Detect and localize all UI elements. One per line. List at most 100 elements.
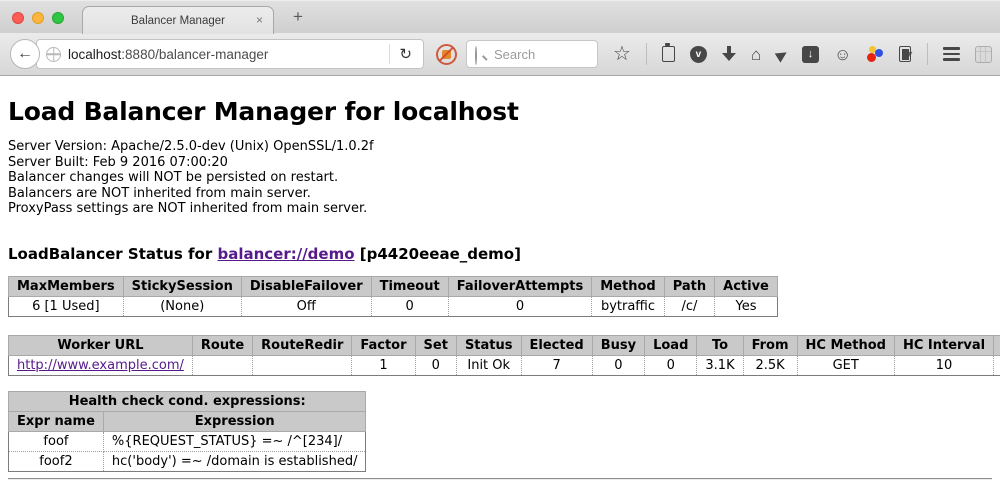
table-cell: 2.5K xyxy=(743,355,797,375)
window-controls xyxy=(12,12,64,24)
health-check-expressions-table: Health check cond. expressions:Expr name… xyxy=(8,391,366,472)
table-cell: GET xyxy=(797,355,894,375)
status-heading: LoadBalancer Status for balancer://demo … xyxy=(8,245,992,263)
column-header: HC Interval xyxy=(894,335,993,355)
page-title: Load Balancer Manager for localhost xyxy=(8,97,992,126)
column-header: Load xyxy=(645,335,697,355)
column-header: RouteRedir xyxy=(253,335,352,355)
table-cell: %{REQUEST_STATUS} =~ /^[234]/ xyxy=(103,431,366,451)
table-cell: foof2 xyxy=(9,451,104,471)
divider xyxy=(646,43,647,65)
table-cell: 0 xyxy=(371,296,448,316)
downloads-icon[interactable] xyxy=(722,46,736,62)
table-row: http://www.example.com/10Init Ok7003.1K2… xyxy=(9,355,1000,375)
column-header: Active xyxy=(715,276,778,296)
tab-balancer-manager[interactable]: Balancer Manager × xyxy=(82,6,274,34)
minimize-window-button[interactable] xyxy=(32,12,44,24)
column-header: Busy xyxy=(592,335,644,355)
column-header: StickySession xyxy=(123,276,241,296)
column-header: FailoverAttempts xyxy=(448,276,592,296)
divider xyxy=(389,44,390,64)
menu-icon[interactable] xyxy=(943,47,960,61)
server-built-line: Server Built: Feb 9 2016 07:00:20 xyxy=(8,155,992,171)
table-cell: 6 [1 Used] xyxy=(9,296,124,316)
search-icon xyxy=(475,47,489,61)
clipboard-icon[interactable] xyxy=(662,46,675,62)
bookmark-star-icon[interactable]: ☆ xyxy=(613,44,631,64)
column-header: Worker URL xyxy=(9,335,193,355)
table-cell: 10 xyxy=(894,355,993,375)
table-cell: 0 xyxy=(645,355,697,375)
balancer-demo-link[interactable]: balancer://demo xyxy=(217,245,354,263)
chat-smiley-icon[interactable]: ☺ xyxy=(834,46,851,63)
bottom-horizontal-rule xyxy=(8,478,992,480)
note-proxypass-line: ProxyPass settings are NOT inherited fro… xyxy=(8,201,992,217)
table-cell: 0 xyxy=(592,355,644,375)
table-cell: (None) xyxy=(123,296,241,316)
tab-bar: Balancer Manager × + xyxy=(0,0,1000,33)
table-cell: Yes xyxy=(715,296,778,316)
column-header: Expression xyxy=(103,411,366,431)
note-inherit-line: Balancers are NOT inherited from main se… xyxy=(8,186,992,202)
server-info: Server Version: Apache/2.5.0-dev (Unix) … xyxy=(8,139,992,217)
search-input[interactable] xyxy=(494,47,584,62)
worker-url-link[interactable]: http://www.example.com/ xyxy=(17,358,184,373)
table-cell: bytraffic xyxy=(592,296,664,316)
table-cell: 0 xyxy=(415,355,456,375)
tab-title: Balancer Manager xyxy=(131,15,225,27)
column-header: Expr name xyxy=(9,411,104,431)
table-cell: 1 xyxy=(352,355,415,375)
table-cell xyxy=(192,355,252,375)
column-header: Factor xyxy=(352,335,415,355)
home-icon[interactable]: ⌂ xyxy=(751,46,761,63)
reload-icon[interactable]: ↻ xyxy=(397,45,414,63)
tab-close-icon[interactable]: × xyxy=(256,13,263,27)
table-cell: 7 xyxy=(521,355,592,375)
back-icon: ← xyxy=(17,45,33,63)
sidebar-grid-icon[interactable] xyxy=(975,46,992,63)
table-cell: Init Ok xyxy=(456,355,521,375)
browser-chrome: Balancer Manager × + ← localhost:8880/ba… xyxy=(0,0,1000,76)
note-persist-line: Balancer changes will NOT be persisted o… xyxy=(8,170,992,186)
toolbar-buttons: ☆ v ⌂ ▶ ↓ ☺ ▾ xyxy=(613,43,992,65)
server-version-line: Server Version: Apache/2.5.0-dev (Unix) … xyxy=(8,139,992,155)
container-icon[interactable] xyxy=(899,46,911,62)
column-header: HC Method xyxy=(797,335,894,355)
page-content: Load Balancer Manager for localhost Serv… xyxy=(0,97,1000,480)
table-cell: foof xyxy=(9,431,104,451)
pocket-icon[interactable]: v xyxy=(690,46,707,63)
table-cell: 3.1K xyxy=(697,355,743,375)
extension-dots-icon[interactable] xyxy=(866,46,884,63)
install-update-icon[interactable]: ↓ xyxy=(802,46,819,63)
column-header: Passes xyxy=(994,335,1000,355)
back-button[interactable]: ← xyxy=(10,39,40,69)
table-cell: Off xyxy=(241,296,371,316)
table-title: Health check cond. expressions: xyxy=(9,391,366,411)
column-header: To xyxy=(697,335,743,355)
table-cell: 1 (0) xyxy=(994,355,1000,375)
table-row: foof2hc('body') =~ /domain is establishe… xyxy=(9,451,366,471)
table-cell: http://www.example.com/ xyxy=(9,355,193,375)
table-row: foof%{REQUEST_STATUS} =~ /^[234]/ xyxy=(9,431,366,451)
navigation-toolbar: ← localhost:8880/balancer-manager ↻ ☆ v … xyxy=(0,33,1000,76)
column-header: Path xyxy=(664,276,714,296)
globe-icon xyxy=(46,47,61,62)
url-text: localhost:8880/balancer-manager xyxy=(68,47,382,62)
divider xyxy=(927,43,928,65)
plugin-blocked-icon[interactable] xyxy=(436,44,457,65)
new-tab-button[interactable]: + xyxy=(293,7,303,27)
column-header: Set xyxy=(415,335,456,355)
status-heading-prefix: LoadBalancer Status for xyxy=(8,245,217,263)
column-header: DisableFailover xyxy=(241,276,371,296)
column-header: MaxMembers xyxy=(9,276,124,296)
send-icon[interactable]: ▶ xyxy=(773,45,790,63)
column-header: Status xyxy=(456,335,521,355)
search-bar[interactable] xyxy=(466,40,598,68)
url-path: :8880/balancer-manager xyxy=(121,47,268,62)
table-cell xyxy=(253,355,352,375)
column-header: Timeout xyxy=(371,276,448,296)
url-bar[interactable]: localhost:8880/balancer-manager ↻ xyxy=(36,39,424,69)
close-window-button[interactable] xyxy=(12,12,24,24)
zoom-window-button[interactable] xyxy=(52,12,64,24)
url-domain: localhost xyxy=(68,47,121,62)
